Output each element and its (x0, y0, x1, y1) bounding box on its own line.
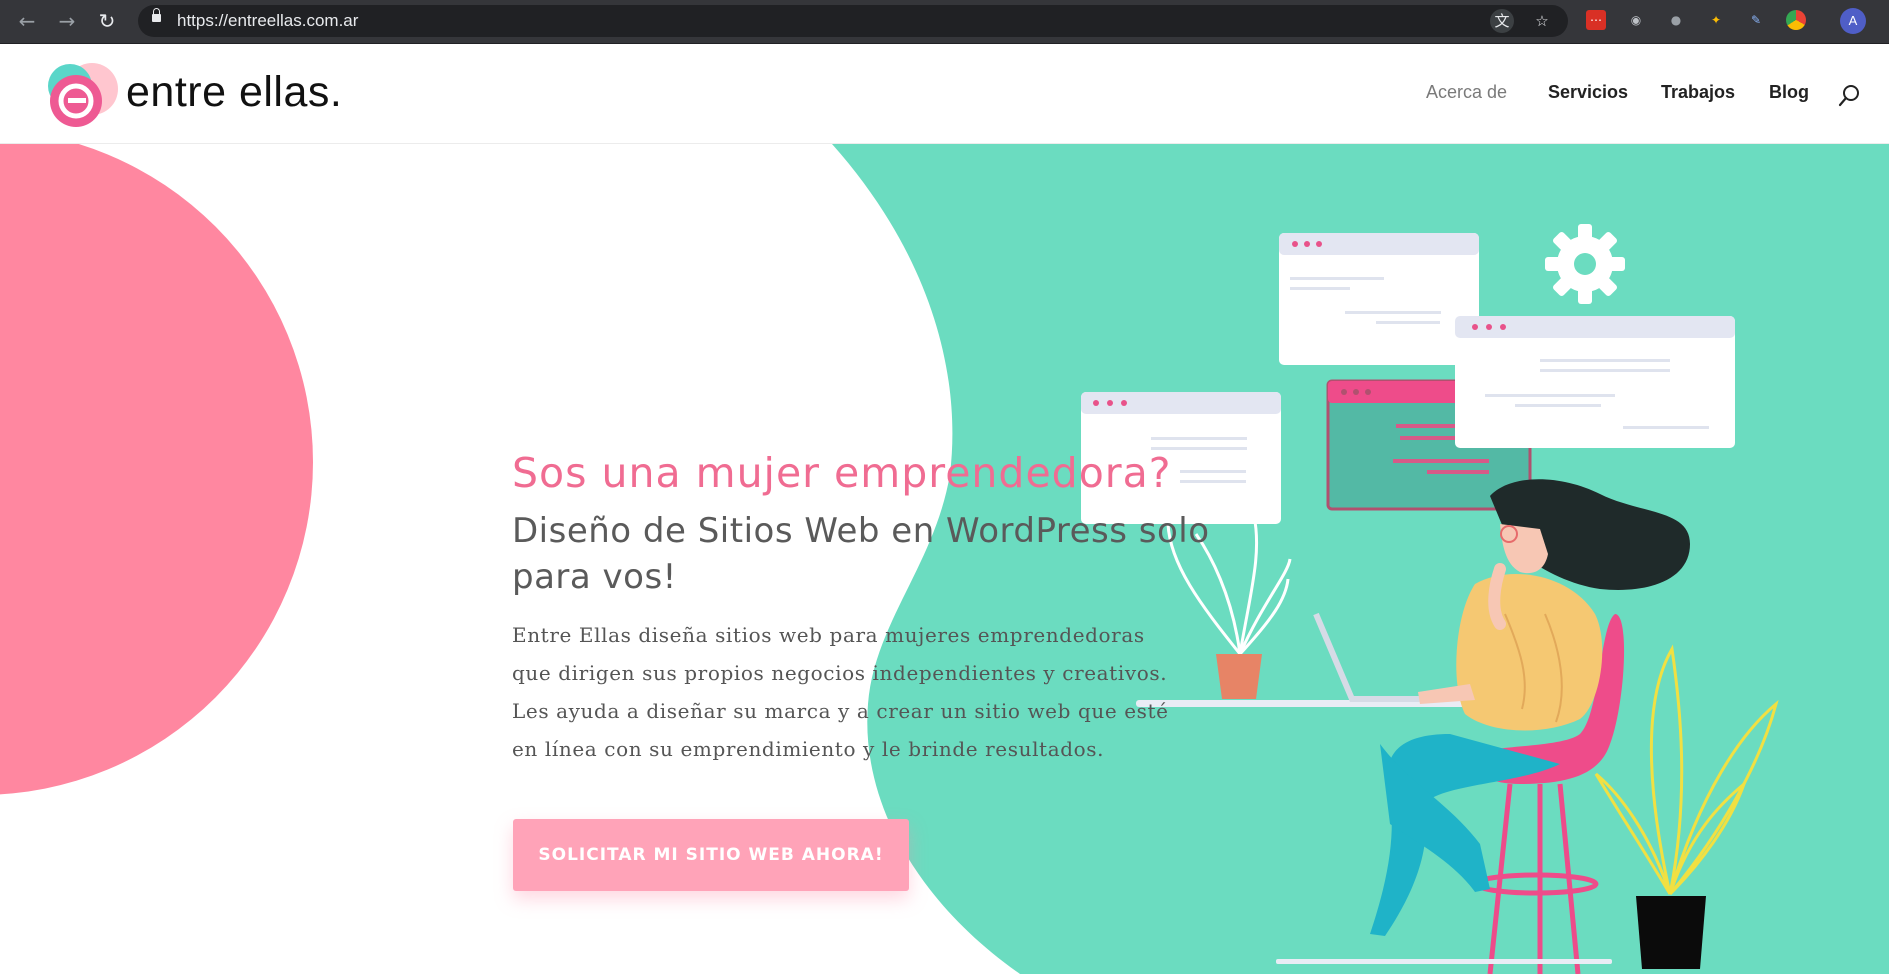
nav-trabajos[interactable]: Trabajos (1661, 82, 1735, 103)
star-icon[interactable]: ☆ (1530, 9, 1554, 33)
nav-blog[interactable]: Blog (1769, 82, 1809, 103)
bulb-icon[interactable]: ● (1666, 10, 1686, 30)
logo-text[interactable]: entre ellas. (126, 68, 342, 117)
chrome-extension-icon[interactable] (1786, 10, 1806, 30)
browser-toolbar: ← → ↻ https://entreellas.com.ar 文 ☆ ⋯ ◉ … (0, 0, 1889, 44)
back-icon[interactable]: ← (14, 8, 40, 34)
translate-icon[interactable]: 文 (1490, 9, 1514, 33)
address-bar[interactable]: https://entreellas.com.ar 文 ☆ (138, 5, 1568, 37)
site-header: entre ellas. Acerca de Servicios Trabajo… (0, 44, 1889, 144)
profile-avatar[interactable]: A (1840, 8, 1866, 34)
nav-acerca-de[interactable]: Acerca de (1426, 82, 1507, 103)
reload-icon[interactable]: ↻ (94, 8, 120, 34)
pin-icon[interactable]: ✦ (1706, 10, 1726, 30)
logo-icon[interactable] (46, 61, 120, 129)
extension-red-icon[interactable]: ⋯ (1586, 10, 1606, 30)
hero-section: Sos una mujer emprendedora? Diseño de Si… (0, 144, 1889, 974)
cta-button[interactable]: SOLICITAR MI SITIO WEB AHORA! (513, 819, 909, 891)
pot-shape (1216, 654, 1262, 699)
black-pot-shape (1636, 896, 1706, 969)
floor-line (1276, 959, 1612, 964)
search-icon[interactable] (1838, 84, 1860, 108)
hero-headline: Sos una mujer emprendedora? (512, 449, 1172, 497)
pen-icon[interactable]: ✎ (1746, 10, 1766, 30)
hero-body-text: Entre Ellas diseña sitios web para mujer… (512, 623, 1169, 761)
url-text[interactable]: https://entreellas.com.ar (177, 5, 358, 37)
camera-icon[interactable]: ◉ (1626, 10, 1646, 30)
forward-icon[interactable]: → (54, 8, 80, 34)
lock-icon (152, 8, 161, 22)
hero-subhead: Diseño de Sitios Web en WordPress solo p… (512, 511, 1210, 597)
nav-servicios[interactable]: Servicios (1548, 82, 1628, 103)
